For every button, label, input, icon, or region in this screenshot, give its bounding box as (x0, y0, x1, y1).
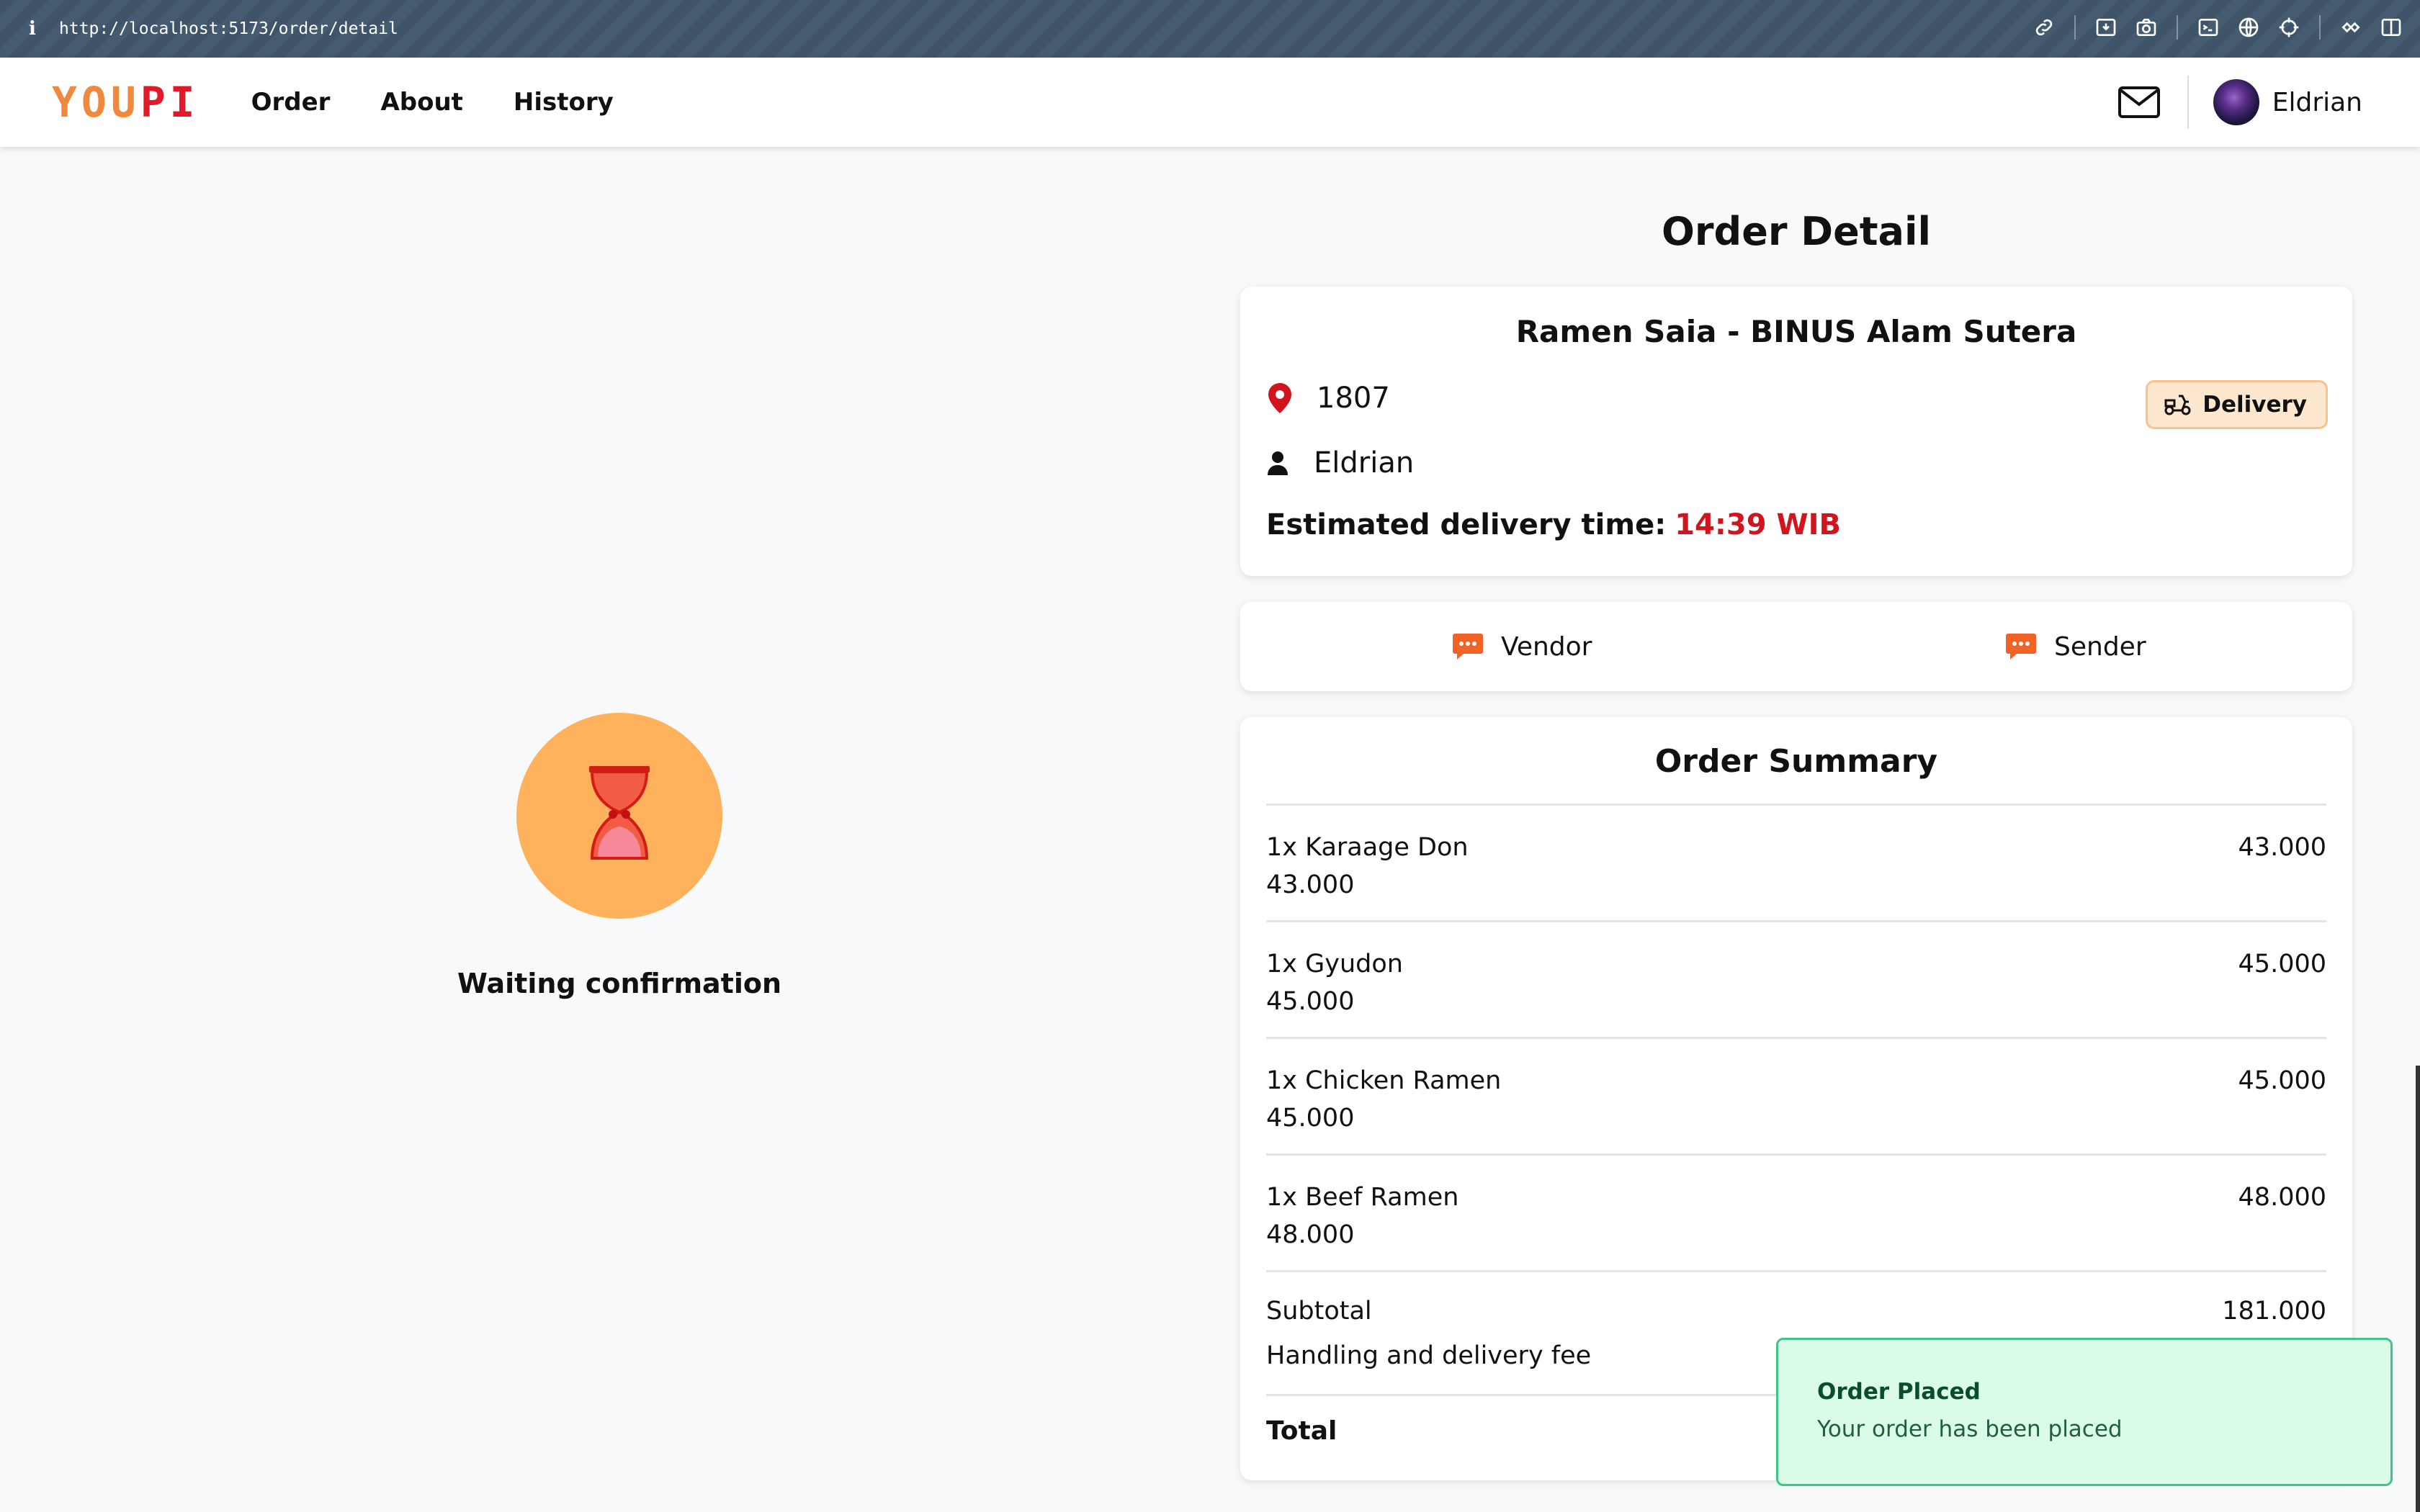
toolbar-divider (2074, 15, 2076, 40)
list-item: 1x Beef Ramen 48.000 48.000 (1266, 1153, 2326, 1270)
mail-icon[interactable] (2118, 86, 2160, 118)
chat-bubble-icon (2006, 634, 2036, 660)
item-price: 45.000 (2238, 1066, 2326, 1095)
scooter-icon (2164, 395, 2191, 415)
page-title: Order Detail (1662, 209, 1931, 254)
globe-icon[interactable] (2234, 13, 2263, 42)
item-price: 45.000 (2238, 950, 2326, 978)
status-text: Waiting confirmation (457, 968, 782, 999)
total-label: Total (1266, 1416, 1337, 1446)
sidebar-toggle-icon[interactable] (2377, 13, 2406, 42)
delivery-badge: Delivery (2146, 380, 2328, 429)
link-icon[interactable] (2030, 13, 2058, 42)
browser-tools (2018, 13, 2406, 42)
item-name: 1x Beef Ramen (1266, 1183, 1459, 1212)
item-price: 48.000 (2238, 1183, 2326, 1212)
item-name: 1x Karaage Don (1266, 833, 1469, 862)
eta-value: 14:39 WIB (1675, 508, 1841, 541)
terminal-icon[interactable] (2194, 13, 2223, 42)
order-status: Waiting confirmation (403, 713, 835, 999)
navbar-divider (2187, 76, 2189, 129)
nav-link-order[interactable]: Order (251, 88, 331, 117)
toolbar-divider (2177, 15, 2178, 40)
item-unit-price: 48.000 (1266, 1220, 1355, 1249)
chat-sender-label: Sender (2054, 631, 2146, 662)
toast-title: Order Placed (1817, 1379, 1981, 1405)
site-info-icon[interactable]: i (22, 18, 43, 40)
list-item: 1x Gyudon 45.000 45.000 (1266, 920, 2326, 1037)
delivery-badge-label: Delivery (2202, 392, 2307, 418)
avatar[interactable] (2213, 79, 2259, 125)
location-pin-icon (1268, 383, 1291, 413)
summary-title: Order Summary (1654, 743, 1938, 780)
order-placed-toast[interactable]: Order Placed Your order has been placed (1776, 1338, 2393, 1486)
item-unit-price: 45.000 (1266, 1104, 1355, 1133)
item-name: 1x Gyudon (1266, 950, 1403, 978)
browser-toolbar: i http://localhost:5173/order/detail (0, 0, 2420, 58)
window-edge (2416, 1066, 2420, 1512)
subtotal-label: Subtotal (1266, 1297, 1372, 1326)
hourglass-icon (589, 766, 650, 860)
item-unit-price: 43.000 (1266, 870, 1355, 899)
eta-label: Estimated delivery time: (1266, 508, 1667, 541)
nav-link-about[interactable]: About (380, 88, 462, 117)
youpi-logo[interactable]: YOU PI (52, 78, 200, 127)
toolbar-divider (2319, 15, 2321, 40)
save-page-icon[interactable] (2092, 13, 2120, 42)
status-circle (516, 713, 722, 919)
app-navbar: YOU PI Order About History Eldrian (0, 58, 2420, 147)
list-item: 1x Karaage Don 43.000 43.000 (1266, 804, 2326, 920)
chat-card: Vendor Sender (1240, 602, 2352, 691)
user-icon (1268, 451, 1288, 475)
fee-label: Handling and delivery fee (1266, 1341, 1592, 1370)
customer-row: Eldrian (1266, 446, 1414, 480)
user-name[interactable]: Eldrian (2272, 88, 2362, 117)
chat-bubble-icon (1453, 634, 1483, 660)
chat-sender-button[interactable]: Sender (2005, 602, 2146, 691)
list-item: 1x Chicken Ramen 45.000 45.000 (1266, 1037, 2326, 1153)
logo-text-pi: PI (140, 78, 200, 127)
toast-message: Your order has been placed (1817, 1416, 2123, 1442)
location-text: 1807 (1317, 382, 1390, 415)
chat-vendor-button[interactable]: Vendor (1452, 602, 1592, 691)
customer-name: Eldrian (1314, 446, 1415, 480)
estimated-delivery-time: Estimated delivery time: 14:39 WIB (1266, 508, 1841, 541)
extensions-icon[interactable] (2336, 13, 2365, 42)
item-unit-price: 45.000 (1266, 987, 1355, 1016)
location-row: 1807 (1266, 382, 1390, 415)
crosshair-icon[interactable] (2275, 13, 2303, 42)
chat-vendor-label: Vendor (1501, 631, 1592, 662)
subtotal-value: 181.000 (2222, 1297, 2326, 1326)
order-info-card: Ramen Saia - BINUS Alam Sutera 1807 Deli… (1240, 287, 2352, 576)
navbar-user-area: Eldrian (2118, 58, 2362, 147)
logo-text-you: YOU (52, 78, 140, 127)
camera-icon[interactable] (2132, 13, 2161, 42)
nav-link-history[interactable]: History (514, 88, 614, 117)
address-bar[interactable]: http://localhost:5173/order/detail (59, 19, 398, 38)
item-name: 1x Chicken Ramen (1266, 1066, 1502, 1095)
item-price: 43.000 (2238, 833, 2326, 862)
vendor-name: Ramen Saia - BINUS Alam Sutera (1515, 314, 2077, 349)
